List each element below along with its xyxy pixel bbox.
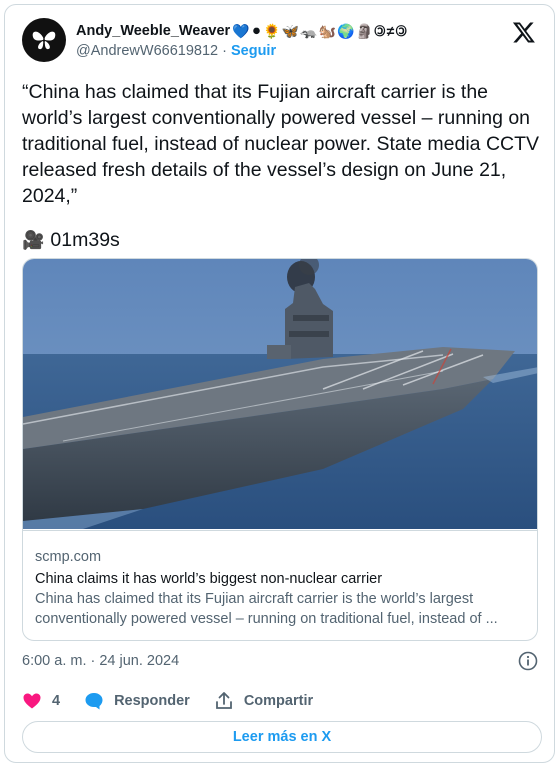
avatar[interactable] bbox=[22, 18, 66, 62]
timestamp-row: 6:00 a. m. · 24 jun. 2024 bbox=[22, 651, 542, 673]
duration-text: 01m39s bbox=[50, 229, 120, 251]
share-icon bbox=[215, 692, 232, 709]
emoji: 🄯 bbox=[395, 23, 408, 39]
author-display-name-row[interactable]: Andy_Weeble_Weaver 💙 ⚫ 🌻 🦋 🦡 🐿️ 🌍 🗿 🄯 ≠ … bbox=[76, 21, 496, 41]
emoji: 💙 bbox=[232, 22, 250, 39]
emoji: ≠ bbox=[386, 23, 395, 39]
emoji: 🗿 bbox=[355, 22, 374, 39]
author-names: Andy_Weeble_Weaver 💙 ⚫ 🌻 🦋 🦡 🐿️ 🌍 🗿 🄯 ≠ … bbox=[76, 21, 496, 60]
tweet-timestamp[interactable]: 6:00 a. m. · 24 jun. 2024 bbox=[22, 653, 179, 669]
link-title[interactable]: China claims it has world’s biggest non-… bbox=[35, 569, 527, 589]
reply-bubble-icon bbox=[85, 693, 103, 710]
emoji: 🦋 bbox=[281, 22, 300, 39]
tweet-text: “China has claimed that its Fujian aircr… bbox=[22, 81, 540, 207]
emoji: ⚫ bbox=[250, 22, 263, 39]
like-button[interactable]: 4 bbox=[22, 691, 60, 711]
author-handle-row: @AndrewW66619812 · Seguir bbox=[76, 43, 496, 59]
like-count: 4 bbox=[52, 693, 61, 709]
read-more-button[interactable]: Leer más en X bbox=[22, 721, 542, 753]
author-display-name[interactable]: Andy_Weeble_Weaver bbox=[76, 23, 230, 39]
share-label: Compartir bbox=[243, 693, 314, 709]
follow-button[interactable]: Seguir bbox=[231, 43, 276, 59]
share-button[interactable]: Compartir bbox=[214, 691, 313, 711]
link-domain: scmp.com bbox=[35, 549, 102, 565]
aircraft-carrier-image[interactable] bbox=[23, 259, 538, 529]
tweet-actions: 4 Responder Compartir bbox=[22, 689, 542, 713]
reply-label: Responder bbox=[114, 693, 190, 709]
author-handle[interactable]: @AndrewW66619812 bbox=[76, 43, 218, 59]
info-icon[interactable] bbox=[518, 651, 538, 671]
heart-icon bbox=[23, 693, 41, 709]
emoji: 🐿️ bbox=[318, 22, 337, 39]
link-description: China has claimed that its Fujian aircra… bbox=[35, 591, 498, 627]
x-logo-icon[interactable] bbox=[512, 20, 536, 44]
reply-button[interactable]: Responder bbox=[84, 691, 190, 711]
separator: · bbox=[218, 43, 231, 59]
butterfly-avatar-icon bbox=[32, 31, 56, 50]
emoji: 🌍 bbox=[337, 22, 355, 39]
link-preview-meta[interactable]: scmp.com China claims it has world’s big… bbox=[23, 530, 537, 640]
video-camera-icon: 🎥 bbox=[22, 230, 45, 250]
tweet-embed-card: Andy_Weeble_Weaver 💙 ⚫ 🌻 🦋 🦡 🐿️ 🌍 🗿 🄯 ≠ … bbox=[4, 4, 555, 763]
author-emoji-list: 💙 ⚫ 🌻 🦋 🦡 🐿️ 🌍 🗿 🄯 ≠ 🄯 bbox=[232, 21, 408, 41]
emoji: 🌻 bbox=[263, 22, 281, 39]
emoji: 🄯 bbox=[374, 23, 386, 39]
tweet-header: Andy_Weeble_Weaver 💙 ⚫ 🌻 🦋 🦡 🐿️ 🌍 🗿 🄯 ≠ … bbox=[22, 18, 542, 66]
video-duration: 🎥 01m39s bbox=[22, 227, 120, 253]
emoji: 🦡 bbox=[300, 22, 318, 39]
link-preview-card[interactable]: scmp.com China claims it has world’s big… bbox=[22, 258, 538, 641]
